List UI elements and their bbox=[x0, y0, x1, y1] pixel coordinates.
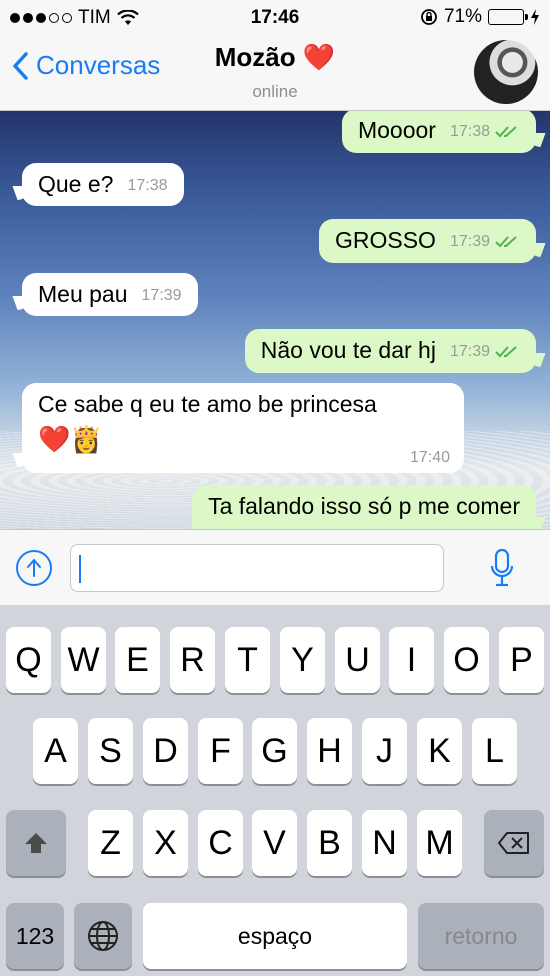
message-text: Ta falando isso só p me comer bbox=[208, 493, 520, 519]
key-j[interactable]: J bbox=[362, 718, 407, 784]
key-k[interactable]: K bbox=[417, 718, 462, 784]
message-time: 17:38 bbox=[449, 122, 490, 140]
message-text: GROSSO bbox=[334, 227, 436, 253]
chat-area[interactable]: Moooor 17:38 Que e? 17:38 GROSSO 17:39 Meu … bbox=[0, 111, 550, 529]
keyboard: Q W E R T Y U I O P A S D F G H J K L Z … bbox=[0, 605, 550, 976]
arrow-up-icon bbox=[27, 558, 41, 577]
message-text: Ce sabe q eu te amo be princesa bbox=[38, 391, 377, 417]
message-bubble-in[interactable]: Ce sabe q eu te amo be princesa ❤️👸 17:4… bbox=[22, 383, 464, 473]
globe-icon bbox=[88, 921, 118, 951]
emoji-text: ❤️👸 bbox=[38, 424, 103, 454]
message-text: Meu pau bbox=[38, 281, 128, 307]
globe-key[interactable] bbox=[74, 903, 132, 969]
contact-name-text: Mozão bbox=[214, 42, 296, 72]
numbers-key[interactable]: 123 bbox=[6, 903, 64, 969]
shift-icon bbox=[25, 833, 47, 853]
charging-icon bbox=[531, 9, 539, 25]
key-h[interactable]: H bbox=[307, 718, 352, 784]
message-bubble-out[interactable]: Não vou te dar hj 17:39 bbox=[244, 329, 536, 374]
return-key[interactable]: retorno bbox=[418, 903, 544, 969]
message-text: Não vou te dar hj bbox=[260, 337, 436, 363]
key-o[interactable]: O bbox=[444, 627, 489, 693]
backspace-icon bbox=[498, 832, 529, 854]
key-i[interactable]: I bbox=[389, 627, 434, 693]
key-y[interactable]: Y bbox=[280, 627, 325, 693]
key-r[interactable]: R bbox=[170, 627, 215, 693]
microphone-icon[interactable] bbox=[490, 548, 514, 588]
key-e[interactable]: E bbox=[115, 627, 160, 693]
message-time: 17:40 bbox=[409, 449, 450, 466]
input-bar bbox=[0, 529, 550, 606]
message-input[interactable] bbox=[70, 544, 444, 592]
key-v[interactable]: V bbox=[252, 810, 297, 876]
message-time: 17:39 bbox=[449, 342, 490, 360]
message-bubble-out[interactable]: Moooor 17:38 bbox=[341, 111, 536, 154]
message-bubble-in[interactable]: Que e? 17:38 bbox=[22, 163, 184, 206]
key-a[interactable]: A bbox=[33, 718, 78, 784]
key-n[interactable]: N bbox=[362, 810, 407, 876]
key-l[interactable]: L bbox=[472, 718, 517, 784]
text-caret bbox=[79, 555, 81, 583]
attach-button[interactable] bbox=[16, 550, 52, 586]
key-p[interactable]: P bbox=[499, 627, 544, 693]
delete-key[interactable] bbox=[484, 810, 544, 876]
battery-group: 71% bbox=[420, 6, 540, 28]
message-bubble-out[interactable]: Ta falando isso só p me comer bbox=[192, 485, 536, 529]
chat-header: Conversas Mozão ❤️ online bbox=[0, 36, 550, 111]
avatar[interactable] bbox=[474, 40, 538, 104]
message-time: 17:38 bbox=[127, 176, 168, 194]
message-text: Moooor bbox=[357, 117, 436, 143]
key-z[interactable]: Z bbox=[88, 810, 133, 876]
key-m[interactable]: M bbox=[417, 810, 462, 876]
key-d[interactable]: D bbox=[143, 718, 188, 784]
key-q[interactable]: Q bbox=[6, 627, 51, 693]
message-text: Que e? bbox=[38, 171, 114, 197]
shift-key[interactable] bbox=[6, 810, 66, 876]
key-g[interactable]: G bbox=[252, 718, 297, 784]
key-c[interactable]: C bbox=[198, 810, 243, 876]
key-s[interactable]: S bbox=[88, 718, 133, 784]
battery-icon bbox=[488, 9, 528, 25]
key-u[interactable]: U bbox=[335, 627, 380, 693]
space-key[interactable]: espaço bbox=[143, 903, 407, 969]
read-ticks-icon bbox=[494, 228, 520, 255]
message-time: 17:39 bbox=[141, 286, 182, 304]
message-time: 17:39 bbox=[449, 232, 490, 250]
read-ticks-icon bbox=[494, 338, 520, 365]
contact-name[interactable]: Mozão ❤️ bbox=[0, 42, 550, 73]
key-f[interactable]: F bbox=[198, 718, 243, 784]
key-b[interactable]: B bbox=[307, 810, 352, 876]
message-bubble-in[interactable]: Meu pau 17:39 bbox=[22, 273, 198, 316]
key-t[interactable]: T bbox=[225, 627, 270, 693]
rotation-lock-icon bbox=[421, 9, 437, 25]
message-bubble-out[interactable]: GROSSO 17:39 bbox=[318, 219, 536, 264]
key-w[interactable]: W bbox=[61, 627, 106, 693]
read-ticks-icon bbox=[494, 118, 520, 145]
battery-percent: 71% bbox=[443, 6, 482, 27]
contact-status: online bbox=[252, 82, 298, 101]
status-bar: TIM 17:46 71% bbox=[0, 0, 550, 36]
key-x[interactable]: X bbox=[143, 810, 188, 876]
heart-emoji: ❤️ bbox=[302, 42, 336, 72]
